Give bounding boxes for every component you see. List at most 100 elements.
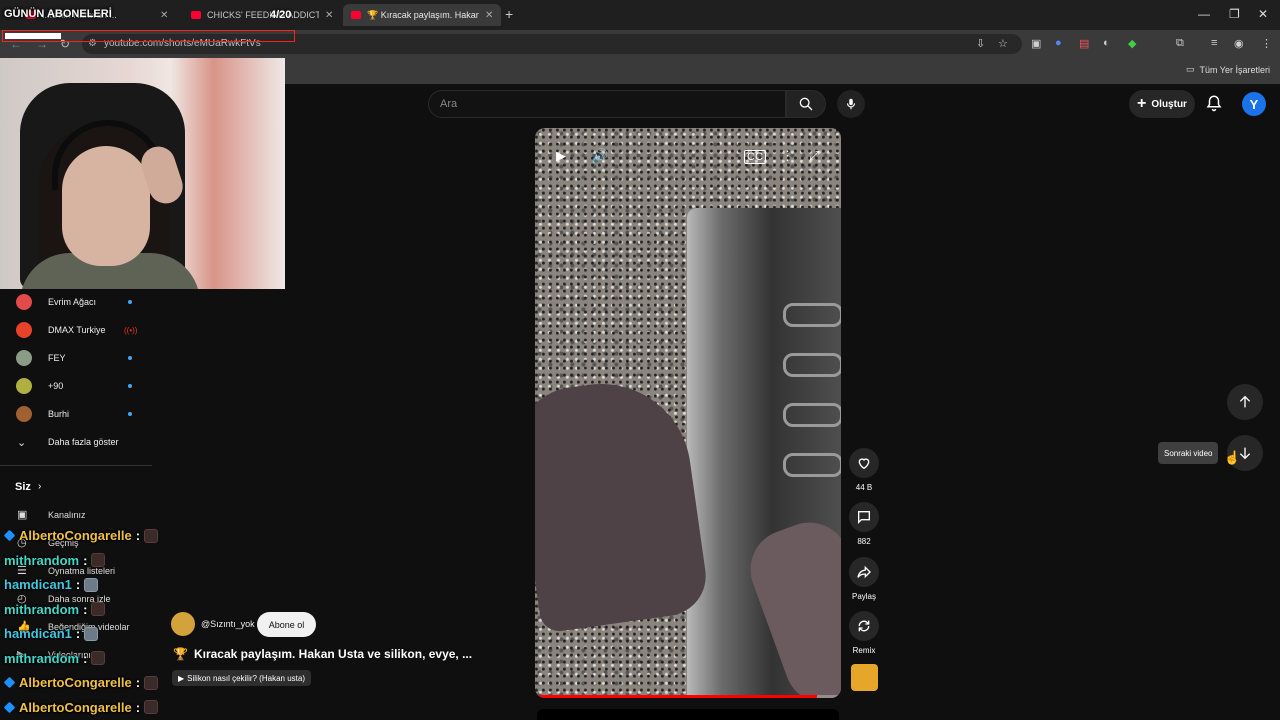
- play-icon[interactable]: ▶: [556, 148, 566, 164]
- tray-slot: [783, 453, 841, 477]
- chat-emote-icon: [91, 553, 106, 567]
- chat-username[interactable]: hamdican1: [4, 577, 72, 592]
- menu-kebab-icon[interactable]: ⋮: [1261, 37, 1272, 50]
- subscriber-badge-icon: [3, 529, 16, 542]
- chat-separator: :: [83, 650, 88, 666]
- sidebar-subscription-item[interactable]: +90: [0, 372, 150, 400]
- extension-icon[interactable]: ▤: [1079, 37, 1089, 50]
- chat-username[interactable]: mithrandom: [4, 602, 79, 617]
- close-tab-icon[interactable]: ✕: [325, 10, 333, 21]
- browser-tab-active[interactable]: 🏆 Kıracak paylaşım. Hakan Us... ✕: [343, 4, 502, 26]
- youtube-icon: [351, 11, 361, 19]
- chevron-right-icon: ›: [38, 481, 42, 492]
- chat-message: hamdican1 :: [4, 626, 99, 641]
- subscribe-button[interactable]: Abone ol: [257, 612, 316, 637]
- subscription-label: Evrim Ağacı: [48, 297, 97, 307]
- chat-username[interactable]: AlbertoCongarelle: [19, 528, 132, 543]
- show-more-button[interactable]: ⌄ Daha fazla göster: [0, 428, 150, 456]
- video-progress-fill: [535, 695, 817, 698]
- tray-slot: [783, 353, 841, 377]
- account-avatar[interactable]: Y: [1242, 92, 1266, 116]
- chat-emote-icon: [91, 602, 106, 616]
- chat-message: mithrandom :: [4, 553, 106, 568]
- share-label: Paylaş: [851, 592, 876, 601]
- chat-username[interactable]: hamdican1: [4, 626, 72, 641]
- share-button[interactable]: [849, 557, 879, 587]
- new-tab-icon[interactable]: +: [505, 6, 513, 22]
- browser-tab[interactable]: CHICKS' FEEDING ADDICT - Y... ✕: [183, 4, 341, 26]
- sidebar-item-playlists[interactable]: Oynatma listeleri: [48, 566, 115, 576]
- extensions-puzzle-icon[interactable]: ⧉: [1176, 37, 1184, 50]
- chat-emote-icon: [84, 626, 99, 641]
- overlay-progress-bar: [2, 30, 295, 42]
- chat-message: AlbertoCongarelle :: [3, 700, 159, 715]
- remix-action: Remix: [849, 611, 879, 655]
- comments-button[interactable]: [849, 502, 879, 532]
- webcam-feed: [0, 58, 285, 289]
- comment-count: 882: [857, 537, 871, 546]
- minimize-icon[interactable]: —: [1198, 7, 1210, 21]
- all-bookmarks-button[interactable]: ▭ Tüm Yer İşaretleri: [1186, 64, 1270, 75]
- plus-icon: +: [1137, 95, 1147, 112]
- reading-list-icon[interactable]: ≡: [1211, 37, 1217, 49]
- channel-avatar: [16, 322, 32, 338]
- voice-search-button[interactable]: [837, 90, 865, 118]
- next-video-preview: [537, 709, 839, 720]
- share-action: Paylaş: [849, 557, 879, 601]
- chat-separator: :: [83, 601, 88, 617]
- you-section-header[interactable]: Siz: [15, 481, 31, 493]
- sidebar-subscription-item[interactable]: FEY: [0, 344, 150, 372]
- previous-video-button[interactable]: [1227, 384, 1263, 420]
- video-title[interactable]: 🏆 Kıracak paylaşım. Hakan Usta ve silikon…: [173, 647, 472, 661]
- related-video-chip[interactable]: ▶ Silikon nasıl çekilir? (Hakan usta): [172, 670, 311, 686]
- channel-avatar: [16, 294, 32, 310]
- notifications-button[interactable]: [1205, 93, 1223, 118]
- sound-thumbnail[interactable]: [851, 664, 878, 691]
- extension-icon[interactable]: ●: [1055, 37, 1062, 49]
- maximize-icon[interactable]: ❐: [1229, 7, 1240, 21]
- sidebar-item-your-channel[interactable]: Kanalınız: [48, 510, 86, 520]
- install-app-icon[interactable]: ⇩: [976, 37, 985, 50]
- chat-message: mithrandom :: [4, 650, 106, 666]
- youtube-icon: [191, 11, 201, 19]
- chat-username[interactable]: mithrandom: [4, 553, 79, 568]
- subscription-label: DMAX Turkiye: [48, 325, 106, 335]
- subscription-label: +90: [48, 381, 64, 391]
- shorts-video-player[interactable]: ▶ 🔊 CC ⋮ ⤢: [535, 128, 841, 698]
- channel-avatar[interactable]: [171, 612, 195, 636]
- like-button[interactable]: [849, 448, 879, 478]
- close-window-icon[interactable]: ✕: [1258, 7, 1268, 21]
- channel-info[interactable]: @Sızıntı_yok: [171, 612, 255, 636]
- subscriber-badge-icon: [3, 676, 16, 689]
- sidebar-subscription-item[interactable]: DMAX Turkiye ((•)): [0, 316, 150, 344]
- captions-icon[interactable]: CC: [744, 150, 766, 164]
- close-tab-icon[interactable]: ✕: [485, 10, 493, 21]
- tray-slot: [783, 303, 841, 327]
- video-progress-bar[interactable]: [535, 695, 841, 698]
- extension-icon[interactable]: ◐: [1103, 37, 1110, 49]
- channel-avatar: [16, 350, 32, 366]
- new-content-dot: [128, 384, 132, 388]
- extension-icon[interactable]: ◆: [1128, 37, 1136, 50]
- fullscreen-icon[interactable]: ⤢: [809, 148, 819, 164]
- sidebar-subscription-item[interactable]: Evrim Ağacı: [0, 288, 150, 316]
- more-options-icon[interactable]: ⋮: [781, 148, 794, 164]
- close-tab-icon[interactable]: ✕: [160, 10, 168, 21]
- chat-username[interactable]: AlbertoCongarelle: [19, 700, 132, 715]
- volume-icon[interactable]: 🔊: [592, 148, 608, 164]
- sidebar-subscription-item[interactable]: Burhi: [0, 400, 150, 428]
- create-button[interactable]: + Oluştur: [1129, 90, 1195, 118]
- remix-button[interactable]: [849, 611, 879, 641]
- chat-username[interactable]: AlbertoCongarelle: [19, 675, 132, 690]
- profile-icon[interactable]: ◉: [1234, 37, 1244, 50]
- channel-icon: ▣: [17, 509, 28, 521]
- search-button[interactable]: [786, 90, 826, 118]
- chat-message: mithrandom :: [4, 601, 106, 617]
- bookmark-star-icon[interactable]: ☆: [998, 37, 1008, 50]
- new-content-dot: [128, 356, 132, 360]
- chat-username[interactable]: mithrandom: [4, 651, 79, 666]
- extension-icon[interactable]: ▣: [1031, 37, 1041, 50]
- search-input[interactable]: Ara: [428, 90, 786, 118]
- browser-tab-bar: ...te'nin Karavan ... ✕ CHICKS' FEEDING …: [0, 0, 1280, 30]
- remix-label: Remix: [852, 646, 876, 655]
